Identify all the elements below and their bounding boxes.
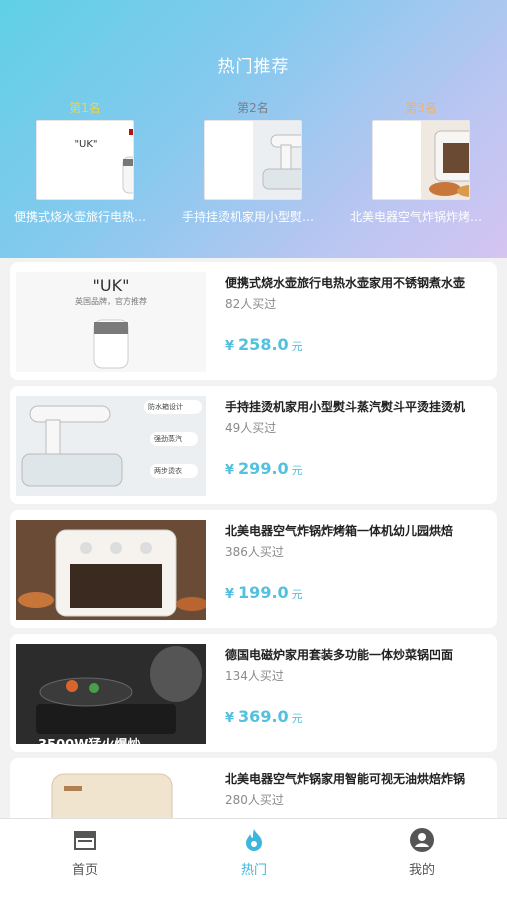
product-price: ¥199.0 元 [225, 583, 303, 602]
product-title: 北美电器空气炸锅家用智能可视无油烘焙炸锅 [225, 772, 466, 786]
product-price: ¥258.0 元 [225, 335, 303, 354]
flame-icon [241, 827, 267, 853]
tab-label: 热门 [240, 863, 267, 878]
product-image [204, 120, 302, 200]
product-image: "UK" 英国品牌，官方推荐 [16, 272, 206, 372]
sold-count: 280人买过 [225, 793, 284, 807]
induction-cooker-image [16, 644, 206, 744]
tab-label: 我的 [408, 863, 435, 878]
tab-label: 首页 [71, 863, 98, 878]
product-image [372, 120, 470, 200]
airfryer-oven-image [16, 520, 206, 620]
product-image: "UK" [36, 120, 134, 200]
rank-product-name: 手持挂烫机家用小型熨斗蒸汽熨斗平烫挂烫机 [182, 210, 328, 224]
rank-product-name: 便携式烧水壶旅行电热水壶家用不锈钢煮水壶 [14, 210, 160, 224]
bottom-tab-bar: 首页 热门 我的 [0, 818, 507, 900]
airfryer-oven-image [421, 121, 469, 199]
rank-label: 第2名 [237, 101, 269, 115]
product-image [16, 520, 206, 620]
product-card[interactable]: 3500W猛火爆炒 德国电磁炉家用套装多功能一体炒菜锅凹面 134人买过 ¥36… [10, 634, 497, 752]
top-rank-item-1[interactable]: 第1名 "UK" 便携式烧水壶旅行电热水壶家用不锈钢煮水壶 [10, 100, 160, 225]
steamer-image [253, 121, 301, 199]
sold-count: 386人买过 [225, 545, 284, 559]
rank-label: 第3名 [405, 101, 437, 115]
product-title: 手持挂烫机家用小型熨斗蒸汽熨斗平烫挂烫机 [225, 400, 466, 414]
kettle-image [122, 129, 133, 194]
sold-count: 49人买过 [225, 421, 277, 435]
rank-label: 第1名 [69, 101, 101, 115]
product-price: ¥369.0 元 [225, 707, 303, 726]
product-card[interactable]: 防水箱设计 强劲蒸汽 两步烫衣 手持挂烫机家用小型熨斗蒸汽熨斗平烫挂烫机 49人… [10, 386, 497, 504]
tab-mine[interactable]: 我的 [362, 827, 482, 878]
store-icon [72, 827, 98, 853]
product-title: 北美电器空气炸锅炸烤箱一体机幼儿园烘焙 [225, 524, 454, 538]
product-price: ¥299.0 元 [225, 459, 303, 478]
tab-hot[interactable]: 热门 [194, 827, 314, 878]
tab-home[interactable]: 首页 [25, 827, 145, 878]
hot-header: 热门推荐 第1名 "UK" 便携式烧水壶旅行电热水壶家用不锈钢煮水壶 第2名 手… [0, 0, 507, 258]
product-card[interactable]: "UK" 英国品牌，官方推荐 便携式烧水壶旅行电热水壶家用不锈钢煮水壶 82人买… [10, 262, 497, 380]
top-rank-item-3[interactable]: 第3名 北美电器空气炸锅炸烤箱一体机幼儿园烘焙 [346, 100, 496, 225]
rank-product-name: 北美电器空气炸锅炸烤箱一体机幼儿园烘焙 [350, 210, 496, 224]
sold-count: 134人买过 [225, 669, 284, 683]
user-icon [409, 827, 435, 853]
product-title: 便携式烧水壶旅行电热水壶家用不锈钢煮水壶 [225, 276, 466, 290]
product-image: 3500W猛火爆炒 [16, 644, 206, 744]
product-card[interactable]: 北美电器空气炸锅炸烤箱一体机幼儿园烘焙 386人买过 ¥199.0 元 [10, 510, 497, 628]
top-rank-item-2[interactable]: 第2名 手持挂烫机家用小型熨斗蒸汽熨斗平烫挂烫机 [178, 100, 328, 225]
sold-count: 82人买过 [225, 297, 277, 311]
product-image: 防水箱设计 强劲蒸汽 两步烫衣 [16, 396, 206, 496]
product-title: 德国电磁炉家用套装多功能一体炒菜锅凹面 [225, 648, 454, 662]
page-title: 热门推荐 [217, 57, 290, 77]
